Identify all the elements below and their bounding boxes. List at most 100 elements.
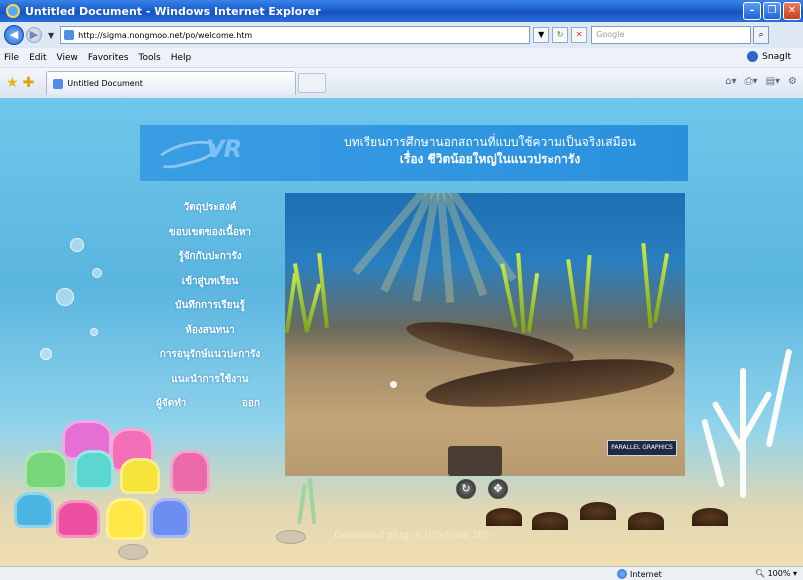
- nav-objectives[interactable]: วัตถุประสงค์: [140, 196, 280, 221]
- seagrass-blade: [566, 259, 580, 329]
- home-icon[interactable]: ⌂▾: [725, 76, 736, 87]
- history-dropdown-icon[interactable]: ▼: [48, 31, 54, 40]
- walk-icon[interactable]: ✥: [488, 479, 508, 499]
- bubble-decoration: [56, 288, 74, 306]
- seagrass-blade: [641, 242, 653, 329]
- coral-decoration: [24, 450, 68, 490]
- security-zone[interactable]: Internet: [617, 569, 662, 579]
- page-icon: [64, 30, 75, 40]
- snagit-label: SnagIt: [762, 51, 791, 62]
- menu-file[interactable]: File: [4, 53, 19, 63]
- close-button[interactable]: ✕: [783, 2, 801, 20]
- zoom-dropdown-icon: ▾: [792, 569, 797, 578]
- menu-edit[interactable]: Edit: [29, 53, 46, 63]
- forward-button[interactable]: ▶: [26, 27, 42, 43]
- search-icon[interactable]: ⌕: [753, 26, 770, 44]
- coral-decoration: [120, 458, 160, 494]
- zoom-level: 100%: [767, 569, 791, 578]
- new-tab-button[interactable]: [298, 73, 327, 93]
- rotate-icon[interactable]: ↻: [456, 479, 476, 499]
- stone-decoration: [118, 544, 148, 560]
- bubble-decoration: [40, 348, 52, 360]
- favorites-star-icon[interactable]: ★: [6, 75, 19, 91]
- vrml-3d-viewer[interactable]: PARALLEL GRAPHICS: [285, 193, 685, 476]
- avr-logo[interactable]: VR: [146, 129, 276, 177]
- sea-urchin-decoration: [486, 508, 522, 526]
- menu-help[interactable]: Help: [171, 53, 192, 63]
- white-coral-decoration: [701, 418, 725, 488]
- command-bar: ⌂▾ ⎙▾ ▤▾ ⚙: [725, 76, 797, 87]
- bubble-decoration: [92, 268, 102, 278]
- nav-chat-room[interactable]: ห้องสนทนา: [140, 319, 280, 344]
- parallel-graphics-logo[interactable]: PARALLEL GRAPHICS: [607, 440, 677, 456]
- tools-menu-icon[interactable]: ⚙: [788, 76, 797, 87]
- sea-urchin-decoration: [628, 512, 664, 530]
- nav-learning-log[interactable]: บันทึกการเรียนรู้: [140, 294, 280, 319]
- zoom-icon: 🔍︎: [754, 569, 766, 578]
- tab-page-icon: [53, 78, 64, 89]
- internet-globe-icon: [617, 569, 627, 579]
- logo-text: VR: [206, 135, 242, 163]
- coral-decoration: [56, 500, 100, 538]
- url-dropdown-icon[interactable]: ▼: [533, 27, 550, 43]
- bubble-decoration: [70, 238, 84, 252]
- nav-content-scope[interactable]: ขอบเขตของเนื้อหา: [140, 221, 280, 246]
- coral-decoration: [106, 498, 146, 540]
- address-bar: ◀ ▶ ▼ http://sigma.nongmoo.net/po/welcom…: [0, 22, 803, 48]
- menu-bar: File Edit View Favorites Tools Help Snag…: [0, 48, 803, 68]
- menu-favorites[interactable]: Favorites: [88, 53, 129, 63]
- viewer-controls: ↻ ✥: [456, 479, 508, 499]
- tab-label: Untitled Document: [67, 79, 143, 88]
- refresh-icon[interactable]: ↻: [552, 27, 569, 43]
- lesson-title: บทเรียนการศึกษานอกสถานที่แบบใช้ความเป็นจ…: [344, 135, 636, 149]
- page-header: VR บทเรียนการศึกษานอกสถานที่แบบใช้ความเป…: [140, 125, 688, 181]
- url-text: http://sigma.nongmoo.net/po/welcome.htm: [78, 30, 253, 40]
- url-field[interactable]: http://sigma.nongmoo.net/po/welcome.htm: [60, 26, 531, 44]
- page-menu-icon[interactable]: ▤▾: [766, 76, 780, 87]
- coral-decoration: [150, 498, 190, 538]
- rock-block: [448, 446, 502, 476]
- seagrass-blade: [516, 252, 526, 334]
- nav-exit[interactable]: ออก: [242, 392, 260, 417]
- add-favorite-icon[interactable]: ✚: [23, 75, 35, 91]
- zone-label: Internet: [630, 569, 662, 579]
- stop-icon[interactable]: ✕: [571, 27, 588, 43]
- ie-logo-icon: [6, 4, 20, 18]
- nav-coral-conservation[interactable]: การอนุรักษ์แนวปะการัง: [140, 343, 280, 368]
- snagit-button[interactable]: SnagIt: [747, 51, 791, 62]
- download-plugin-link[interactable]: Download plug-in (Cortona 3D): [334, 530, 489, 541]
- nav-enter-lesson[interactable]: เข้าสู่บทเรียน: [140, 270, 280, 295]
- nav-usage-guide[interactable]: แนะนำการใช้งาน: [140, 368, 280, 393]
- window-title: Untitled Document - Windows Internet Exp…: [25, 4, 321, 18]
- seaweed-decoration: [307, 477, 317, 525]
- zoom-control[interactable]: 🔍︎ 100% ▾: [755, 569, 797, 578]
- back-button[interactable]: ◀: [4, 25, 24, 45]
- seagrass-blade: [582, 254, 592, 330]
- seagrass-blade: [304, 283, 322, 333]
- snagit-icon: [747, 51, 759, 62]
- sea-urchin-decoration: [532, 512, 568, 530]
- sea-urchin-decoration: [580, 502, 616, 520]
- minimize-button[interactable]: –: [743, 2, 761, 20]
- seagrass-blade: [652, 253, 670, 323]
- tab-untitled-document[interactable]: Untitled Document: [46, 71, 297, 95]
- seaweed-decoration: [297, 483, 307, 525]
- search-input[interactable]: Google: [591, 26, 752, 44]
- menu-view[interactable]: View: [57, 53, 78, 63]
- coral-decoration: [14, 492, 54, 528]
- window-controls: – ❐ ✕: [743, 2, 801, 20]
- lesson-subtitle: เรื่อง ชีวิตน้อยใหญ่ในแนวประการัง: [399, 152, 581, 166]
- pebble: [390, 381, 397, 388]
- seagrass-blade: [526, 273, 540, 333]
- nav-bottom-row: ผู้จัดทำ ออก: [140, 392, 280, 417]
- nav-author[interactable]: ผู้จัดทำ: [156, 392, 186, 417]
- menu-tools[interactable]: Tools: [139, 53, 161, 63]
- print-icon[interactable]: ⎙▾: [745, 76, 758, 87]
- tab-bar: ★ ✚ Untitled Document ⌂▾ ⎙▾ ▤▾ ⚙: [0, 68, 803, 98]
- coral-decoration: [170, 450, 210, 494]
- sea-urchin-decoration: [692, 508, 728, 526]
- nav-about-coral[interactable]: รู้จักกับปะการัง: [140, 245, 280, 270]
- side-navigation: วัตถุประสงค์ ขอบเขตของเนื้อหา รู้จักกับป…: [140, 196, 280, 417]
- maximize-button[interactable]: ❐: [763, 2, 781, 20]
- coral-decoration: [74, 450, 114, 490]
